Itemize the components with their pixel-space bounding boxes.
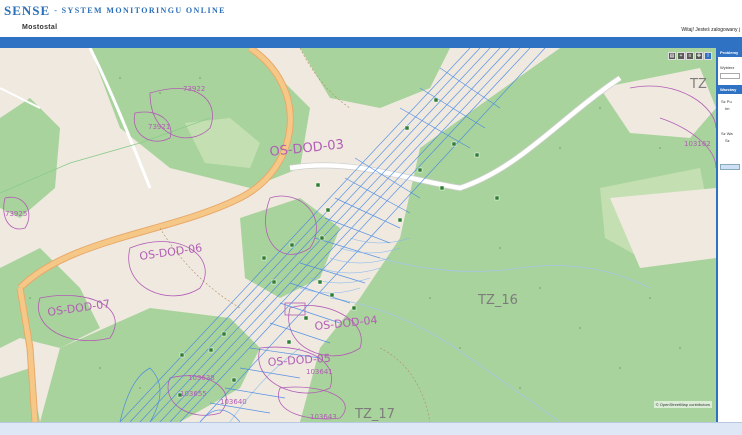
panel-header-layers[interactable]: Warstwy (718, 85, 742, 94)
layers-icon[interactable]: ≡ (686, 52, 694, 60)
parcel-label: 103655 (180, 390, 207, 398)
app-window: Sense - system monitoringu online Mostost… (0, 0, 742, 435)
zone-label-tz-16: TZ_16 (477, 293, 518, 308)
zoom-icon[interactable]: + (677, 52, 685, 60)
print-icon[interactable]: ▤ (668, 52, 676, 60)
company-logo: Mostostal (22, 24, 58, 31)
pan-icon[interactable]: ✥ (695, 52, 703, 60)
map-attribution[interactable]: © OpenStreetMap contributors (653, 401, 712, 408)
panel-header-problems[interactable]: Problemy (718, 48, 742, 57)
parcel-label: 103162 (684, 140, 711, 148)
top-bar (0, 37, 742, 48)
layer-tree-item[interactable]: Im (718, 105, 742, 112)
parcel-label: 103643 (310, 413, 337, 421)
select-label: Wybierz (720, 65, 735, 70)
brand-subtitle: - system monitoringu online (54, 6, 226, 15)
footer-bar (0, 422, 742, 435)
map-canvas[interactable]: OS-DOD-03 OS-DOD-06 OS-DOD-07 OS-DOD-04 … (0, 48, 716, 422)
header: Sense - system monitoringu online Mostost… (0, 0, 742, 37)
parcel-label: 73925 (5, 210, 27, 218)
problem-select[interactable] (720, 73, 740, 79)
layer-tree: Sz Pu Im Sz Wa Sz (718, 98, 742, 144)
parcel-label: 73922 (183, 85, 205, 93)
brand-logo: Sense - system monitoringu online (4, 3, 226, 19)
parcel-label: 103638 (188, 374, 215, 382)
zone-label-tz: TZ (689, 77, 707, 92)
layer-tree-item[interactable]: Sz (718, 137, 742, 144)
layer-tree-item[interactable]: Sz Pu (718, 98, 742, 105)
parcel-label: 103641 (306, 368, 333, 376)
layer-tree-item[interactable]: Sz Wa (718, 130, 742, 137)
map-toolbar: ▤ + ≡ ✥ i (668, 52, 712, 60)
parcel-label: 103640 (220, 398, 247, 406)
welcome-text: Witaj! Jesteś zalogowany j (681, 27, 740, 33)
side-panel: Problemy Wybierz Warstwy Sz Pu Im Sz Wa … (716, 48, 742, 422)
brand-name: Sense (4, 3, 51, 18)
info-icon[interactable]: i (704, 52, 712, 60)
panel-action-button[interactable] (720, 164, 740, 170)
parcel-label: 73921 (148, 123, 170, 131)
map-view[interactable]: OS-DOD-03 OS-DOD-06 OS-DOD-07 OS-DOD-04 … (0, 48, 716, 422)
zone-label-tz-17: TZ_17 (354, 407, 395, 422)
